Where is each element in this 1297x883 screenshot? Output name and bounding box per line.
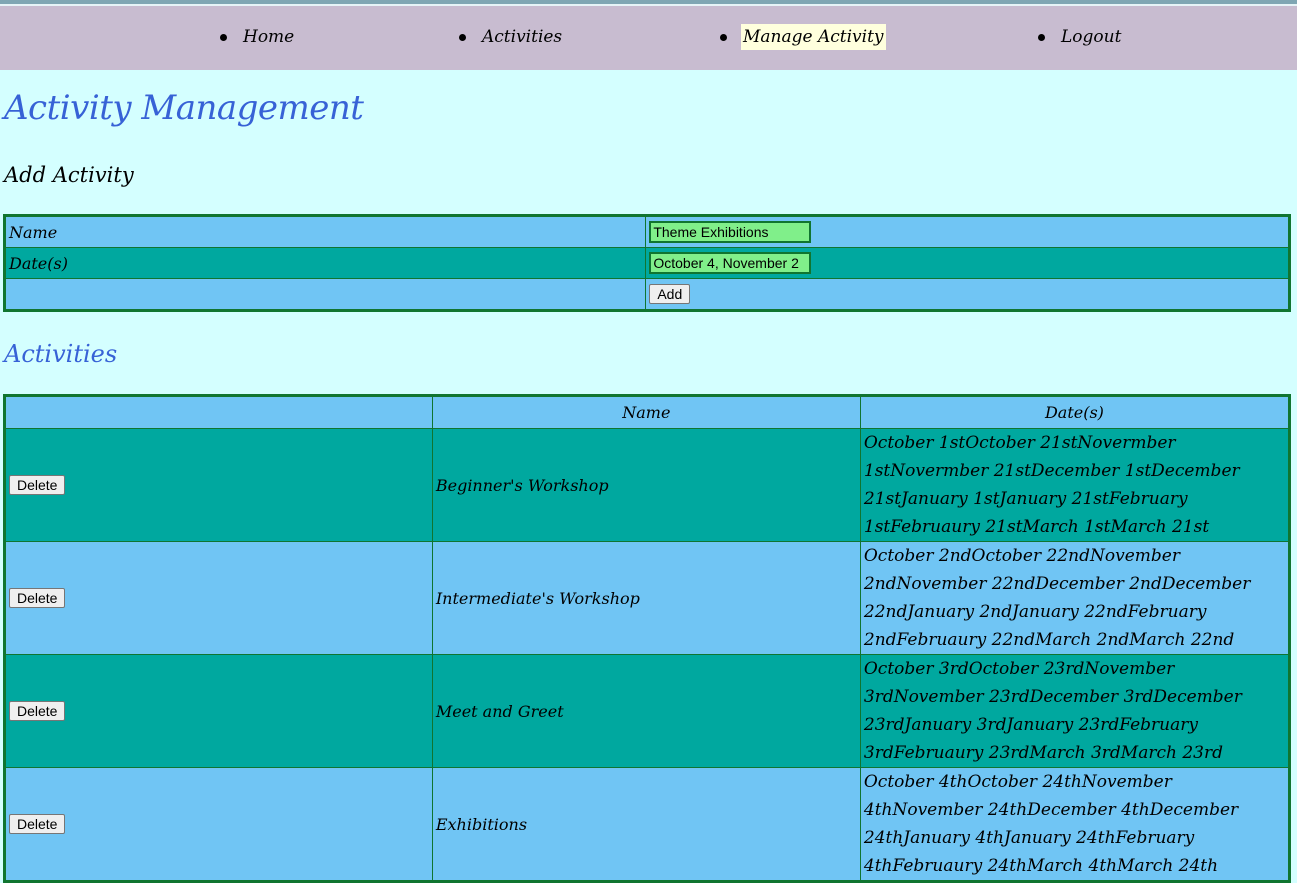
page-title: Activity Management [4,88,364,128]
actions-cell: Delete [4,428,433,542]
activity-name: Exhibitions [431,767,861,882]
nav-link-home[interactable]: Home [241,24,296,50]
column-header-name: Name [431,395,861,429]
delete-button[interactable]: Delete [9,475,66,495]
add-activity-form: Name Date(s) Add [3,214,1291,312]
bullet-icon [220,33,227,41]
form-row-name: Name [3,215,1290,248]
bullet-icon [720,33,727,41]
nav-link-logout[interactable]: Logout [1059,24,1123,50]
delete-button[interactable]: Delete [9,814,66,834]
column-header-dates: Date(s) [859,395,1291,429]
table-header-row: Name Date(s) [4,395,1291,429]
activities-table: Name Date(s) Delete Beginner's Workshop … [3,394,1291,883]
nav-item-home: Home [220,24,296,50]
add-activity-heading: Add Activity [4,163,134,187]
delete-button[interactable]: Delete [9,588,66,608]
delete-button[interactable]: Delete [9,701,66,721]
nav-item-manage-activity: Manage Activity [720,24,886,50]
name-input[interactable] [649,221,812,243]
column-header-actions [4,395,433,429]
form-row-dates: Date(s) [3,247,1290,279]
nav-link-activities[interactable]: Activities [480,24,564,50]
dates-input-cell [645,247,1290,279]
activity-dates: October 3rdOctober 23rdNovember 3rdNovem… [859,654,1291,768]
activity-dates: October 1stOctober 21stNovermber 1stNove… [859,428,1291,542]
table-row: Delete Meet and Greet October 3rdOctober… [4,654,1291,768]
bullet-icon [459,33,466,41]
actions-cell: Delete [4,654,433,768]
empty-cell [3,278,647,311]
dates-label: Date(s) [3,247,647,279]
table-row: Delete Beginner's Workshop October 1stOc… [4,428,1291,542]
table-row: Delete Intermediate's Workshop October 2… [4,541,1291,655]
main-navigation: Home Activities Manage Activity Logout [0,4,1297,70]
actions-cell: Delete [4,541,433,655]
activity-dates: October 4thOctober 24thNovember 4thNovem… [859,767,1291,882]
actions-cell: Delete [4,767,433,882]
form-row-submit: Add [3,278,1290,311]
activity-dates: October 2ndOctober 22ndNovember 2ndNovem… [859,541,1291,655]
add-button[interactable]: Add [649,284,691,304]
add-button-cell: Add [645,278,1290,311]
bullet-icon [1038,33,1045,41]
nav-link-manage-activity[interactable]: Manage Activity [741,24,886,50]
name-label: Name [3,215,647,248]
activity-name: Beginner's Workshop [431,428,861,542]
activity-name: Intermediate's Workshop [431,541,861,655]
nav-item-logout: Logout [1038,24,1123,50]
activity-name: Meet and Greet [431,654,861,768]
nav-item-activities: Activities [459,24,564,50]
activities-heading: Activities [4,340,118,368]
table-row: Delete Exhibitions October 4thOctober 24… [4,767,1291,882]
name-input-cell [645,215,1290,248]
dates-input[interactable] [649,252,812,274]
